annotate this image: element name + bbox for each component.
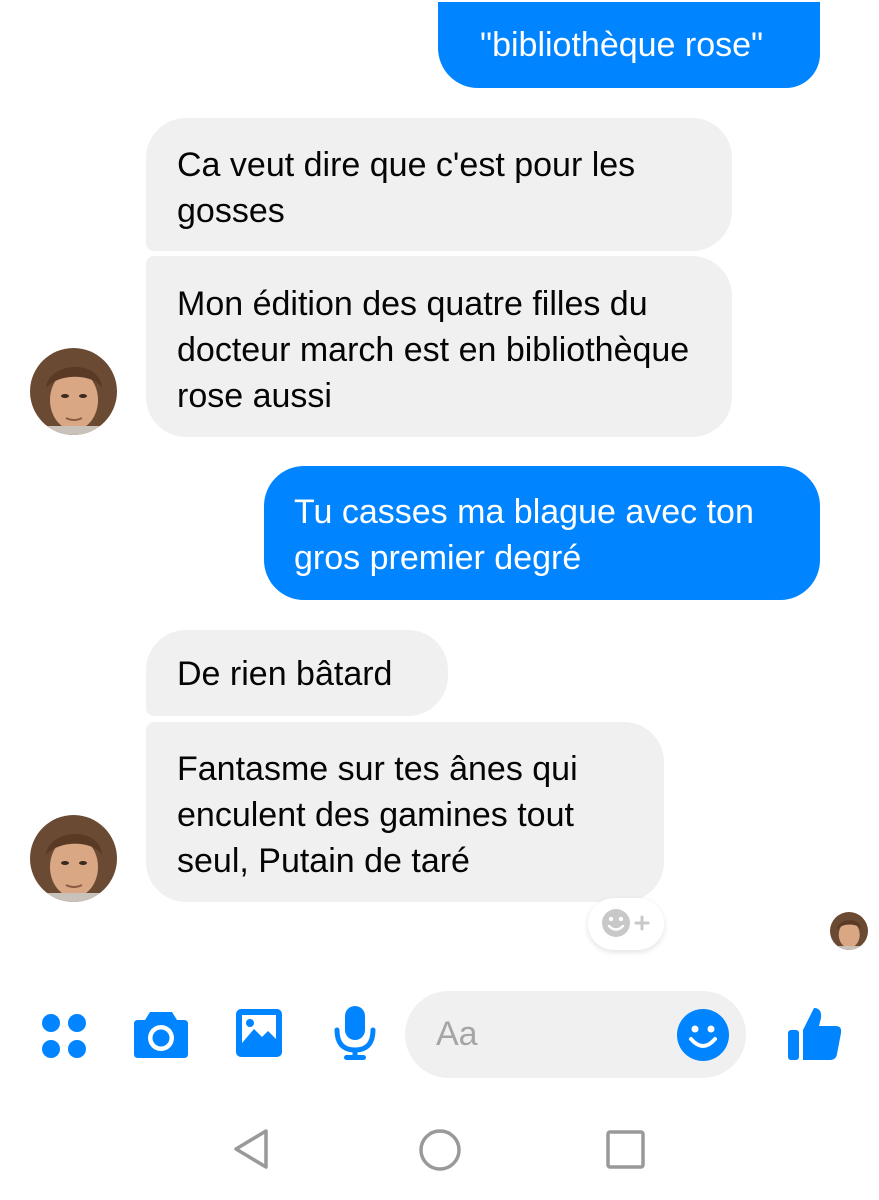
nav-home-button[interactable]	[418, 1128, 462, 1172]
message-bubble-incoming[interactable]: De rien bâtard	[146, 630, 448, 716]
message-text: "bibliothèque rose"	[480, 26, 764, 64]
recents-icon	[606, 1130, 645, 1169]
avatar-photo	[30, 815, 117, 902]
read-receipt-avatar	[830, 912, 868, 950]
avatar-photo	[830, 912, 868, 950]
back-icon	[234, 1129, 268, 1169]
thumbs-up-icon	[788, 1008, 842, 1060]
message-text: Fantasme sur tes ânes qui enculent des g…	[177, 750, 578, 880]
message-bubble-incoming[interactable]: Fantasme sur tes ânes qui enculent des g…	[146, 722, 664, 902]
nav-back-button[interactable]	[232, 1128, 270, 1170]
contact-avatar[interactable]	[30, 348, 117, 435]
nav-recents-button[interactable]	[606, 1130, 646, 1170]
more-apps-icon	[42, 1014, 86, 1058]
message-bubble-outgoing[interactable]: "bibliothèque rose"	[438, 2, 820, 88]
message-bubble-incoming[interactable]: Mon édition des quatre filles du docteur…	[146, 256, 732, 437]
message-text: De rien bâtard	[177, 655, 393, 693]
avatar-photo	[30, 348, 117, 435]
message-text: Mon édition des quatre filles du docteur…	[177, 285, 690, 415]
camera-icon	[134, 1012, 188, 1058]
like-button[interactable]	[786, 1004, 844, 1062]
microphone-icon	[334, 1006, 376, 1060]
emoji-icon	[677, 1009, 729, 1061]
message-text: Ca veut dire que c'est pour les gosses	[177, 146, 636, 230]
message-bubble-outgoing[interactable]: Tu casses ma blague avec ton gros premie…	[264, 466, 820, 600]
gallery-button[interactable]	[234, 1007, 284, 1059]
more-apps-button[interactable]	[40, 1012, 88, 1060]
add-reaction-button[interactable]	[588, 898, 664, 950]
message-input-placeholder: Aa	[436, 1015, 478, 1053]
contact-avatar[interactable]	[30, 815, 117, 902]
emoji-button[interactable]	[676, 1008, 730, 1062]
home-icon	[419, 1129, 461, 1171]
microphone-button[interactable]	[332, 1004, 378, 1062]
message-input[interactable]: Aa	[405, 991, 746, 1078]
add-reaction-icon	[602, 909, 650, 937]
message-bubble-incoming[interactable]: Ca veut dire que c'est pour les gosses	[146, 118, 732, 251]
camera-button[interactable]	[132, 1008, 190, 1060]
message-text: Tu casses ma blague avec ton gros premie…	[294, 493, 754, 577]
gallery-icon	[236, 1009, 282, 1057]
